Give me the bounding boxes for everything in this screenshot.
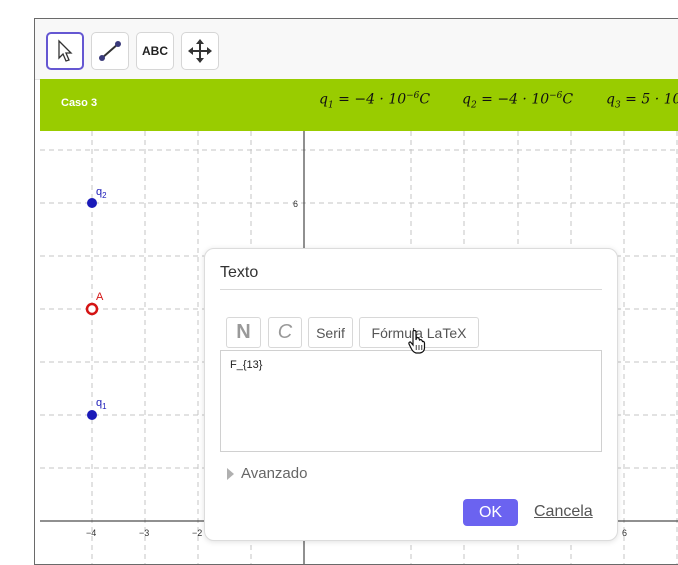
- x-tick-label: 6: [622, 528, 627, 538]
- triangle-right-icon: [227, 467, 234, 480]
- move-tool-button[interactable]: [46, 32, 84, 70]
- point-q1[interactable]: [87, 410, 97, 420]
- text-value: F_{13}: [230, 359, 263, 371]
- point-q2-label: q2: [96, 186, 107, 200]
- point-a[interactable]: [85, 302, 99, 316]
- point-q1-label: q1: [96, 397, 107, 411]
- segment-icon: [99, 41, 121, 61]
- text-input-area[interactable]: F_{13}: [220, 350, 602, 452]
- case-banner: Caso 3 q1 = −4 · 10−6C q2 = −4 · 10−6C q…: [40, 79, 678, 131]
- arrow-pointer-icon: [58, 39, 73, 62]
- ok-button[interactable]: OK: [463, 499, 518, 526]
- italic-button[interactable]: C: [268, 317, 302, 348]
- case-label: Caso 3: [61, 97, 98, 109]
- text-tool-label: ABC: [142, 44, 168, 58]
- formula-q3: q3 = 5 · 10: [606, 91, 678, 111]
- toolbar: ABC: [35, 19, 678, 80]
- x-tick-label: −4: [86, 528, 96, 538]
- x-tick-label: −3: [139, 528, 149, 538]
- segment-tool-button[interactable]: [91, 32, 129, 70]
- y-tick-label: 6: [293, 199, 298, 209]
- formula-q1: q1 = −4 · 10−6C: [319, 91, 431, 111]
- serif-button[interactable]: Serif: [308, 317, 353, 348]
- cancel-button[interactable]: Cancela: [534, 503, 593, 521]
- text-dialog: Texto N C Serif Fórmula LaTeX F_{13} Ava…: [204, 248, 618, 541]
- formula-q2: q2 = −4 · 10−6C: [462, 91, 574, 111]
- advanced-label: Avanzado: [241, 465, 308, 482]
- x-tick-label: −2: [192, 528, 202, 538]
- move-graphics-view-button[interactable]: [181, 32, 219, 70]
- four-arrows-icon: [188, 39, 212, 63]
- text-tool-button[interactable]: ABC: [136, 32, 174, 70]
- point-q2[interactable]: [87, 198, 97, 208]
- point-a-label: A: [96, 291, 104, 303]
- divider: [220, 289, 602, 290]
- advanced-toggle[interactable]: Avanzado: [227, 465, 307, 482]
- hand-pointer-icon: [408, 330, 426, 354]
- bold-button[interactable]: N: [226, 317, 261, 348]
- dialog-title: Texto: [220, 264, 259, 281]
